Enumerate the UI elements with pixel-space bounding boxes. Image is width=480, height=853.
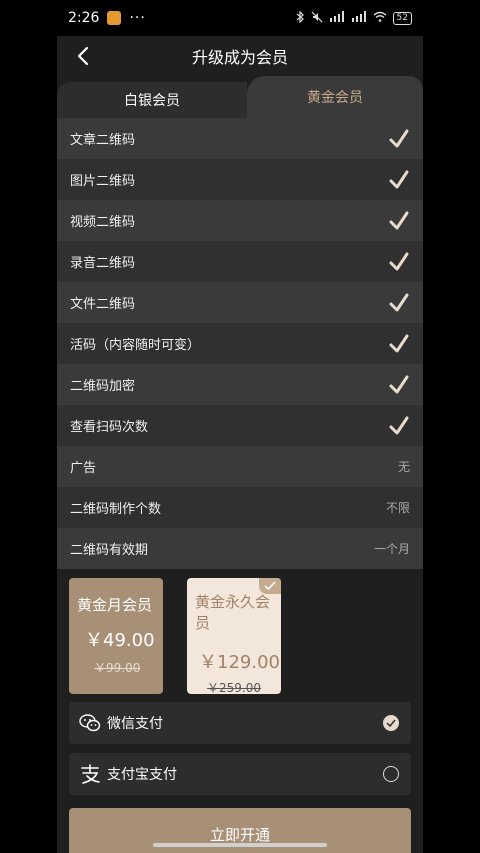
feature-label: 活码（内容随时可变） <box>70 338 201 353</box>
membership-tabs: 白银会员 黄金会员 <box>57 76 423 118</box>
wechat-icon <box>79 714 101 732</box>
signal-icon-2 <box>351 11 367 25</box>
signal-icon-1 <box>329 11 345 25</box>
plan-original-price: ￥259.00 <box>207 681 261 695</box>
feature-row: 二维码有效期 一个月 <box>57 528 423 569</box>
back-arrow-icon[interactable] <box>69 42 97 70</box>
check-icon <box>389 252 409 270</box>
status-time: 2:26 <box>68 10 100 26</box>
feature-row: 二维码制作个数 不限 <box>57 487 423 528</box>
top-bar: 升级成为会员 <box>57 36 423 76</box>
feature-row: 录音二维码 <box>57 241 423 282</box>
plan-original-price: ￥99.00 <box>94 661 141 675</box>
feature-row: 查看扫码次数 <box>57 405 423 446</box>
feature-label: 二维码制作个数 <box>70 502 162 517</box>
feature-value: 一个月 <box>373 542 410 556</box>
feature-label: 广告 <box>70 461 97 476</box>
plan-card-lifetime[interactable]: 黄金永久会员 ￥129.00 ￥259.00 <box>187 578 281 695</box>
feature-label: 文章二维码 <box>70 133 136 148</box>
status-bar: 2:26 ··· 52 <box>0 0 480 36</box>
wifi-icon <box>373 11 387 25</box>
feature-row: 二维码加密 <box>57 364 423 405</box>
payment-label: 微信支付 <box>107 716 163 732</box>
check-icon <box>389 211 409 229</box>
mute-icon <box>311 11 323 26</box>
plan-card-monthly[interactable]: 黄金月会员 ￥49.00 ￥99.00 <box>69 578 163 694</box>
page-title: 升级成为会员 <box>191 48 288 67</box>
plan-price: ￥49.00 <box>85 630 155 651</box>
more-notifications-icon: ··· <box>129 10 146 26</box>
payment-option-wechat[interactable]: 微信支付 <box>69 702 411 744</box>
tab-silver-member[interactable]: 白银会员 <box>57 82 247 118</box>
plan-name: 黄金月会员 <box>77 596 153 614</box>
feature-label: 视频二维码 <box>70 215 136 230</box>
feature-label: 文件二维码 <box>70 297 136 312</box>
feature-row: 文件二维码 <box>57 282 423 323</box>
feature-list: 文章二维码 图片二维码 视频二维码 录音二维码 文件二维码 活码（内容随时可变）… <box>57 118 423 569</box>
bluetooth-icon <box>295 10 305 26</box>
feature-label: 查看扫码次数 <box>70 420 149 435</box>
check-icon <box>389 170 409 188</box>
home-indicator <box>153 843 327 847</box>
feature-label: 二维码加密 <box>70 379 136 394</box>
feature-row: 视频二维码 <box>57 200 423 241</box>
feature-row: 活码（内容随时可变） <box>57 323 423 364</box>
app-notification-icon <box>107 11 122 25</box>
check-icon <box>389 416 409 434</box>
membership-screen: 升级成为会员 白银会员 黄金会员 文章二维码 图片二维码 视频二维码 录音二维码… <box>57 36 423 853</box>
feature-row: 文章二维码 <box>57 118 423 159</box>
plan-selector: 黄金月会员 ￥49.00 ￥99.00 黄金永久会员 ￥129.00 ￥259.… <box>57 569 423 701</box>
payment-radio-unselected[interactable] <box>383 766 399 782</box>
check-icon <box>389 293 409 311</box>
feature-label: 图片二维码 <box>70 174 136 189</box>
payment-label: 支付宝支付 <box>107 767 177 783</box>
feature-row: 图片二维码 <box>57 159 423 200</box>
feature-value: 无 <box>397 460 410 474</box>
feature-row: 广告 无 <box>57 446 423 487</box>
payment-option-alipay[interactable]: 支付宝支付 <box>69 753 411 795</box>
plan-price: ￥129.00 <box>199 652 280 673</box>
alipay-icon <box>81 764 100 784</box>
payment-radio-selected[interactable] <box>383 715 399 731</box>
feature-label: 二维码有效期 <box>70 543 149 558</box>
check-icon <box>389 129 409 147</box>
feature-value: 不限 <box>385 501 410 515</box>
tab-gold-member[interactable]: 黄金会员 <box>247 76 423 118</box>
battery-icon: 52 <box>392 11 412 25</box>
check-icon <box>389 334 409 352</box>
feature-label: 录音二维码 <box>70 256 136 271</box>
check-icon <box>389 375 409 393</box>
plan-name: 黄金永久会员 <box>195 593 271 632</box>
